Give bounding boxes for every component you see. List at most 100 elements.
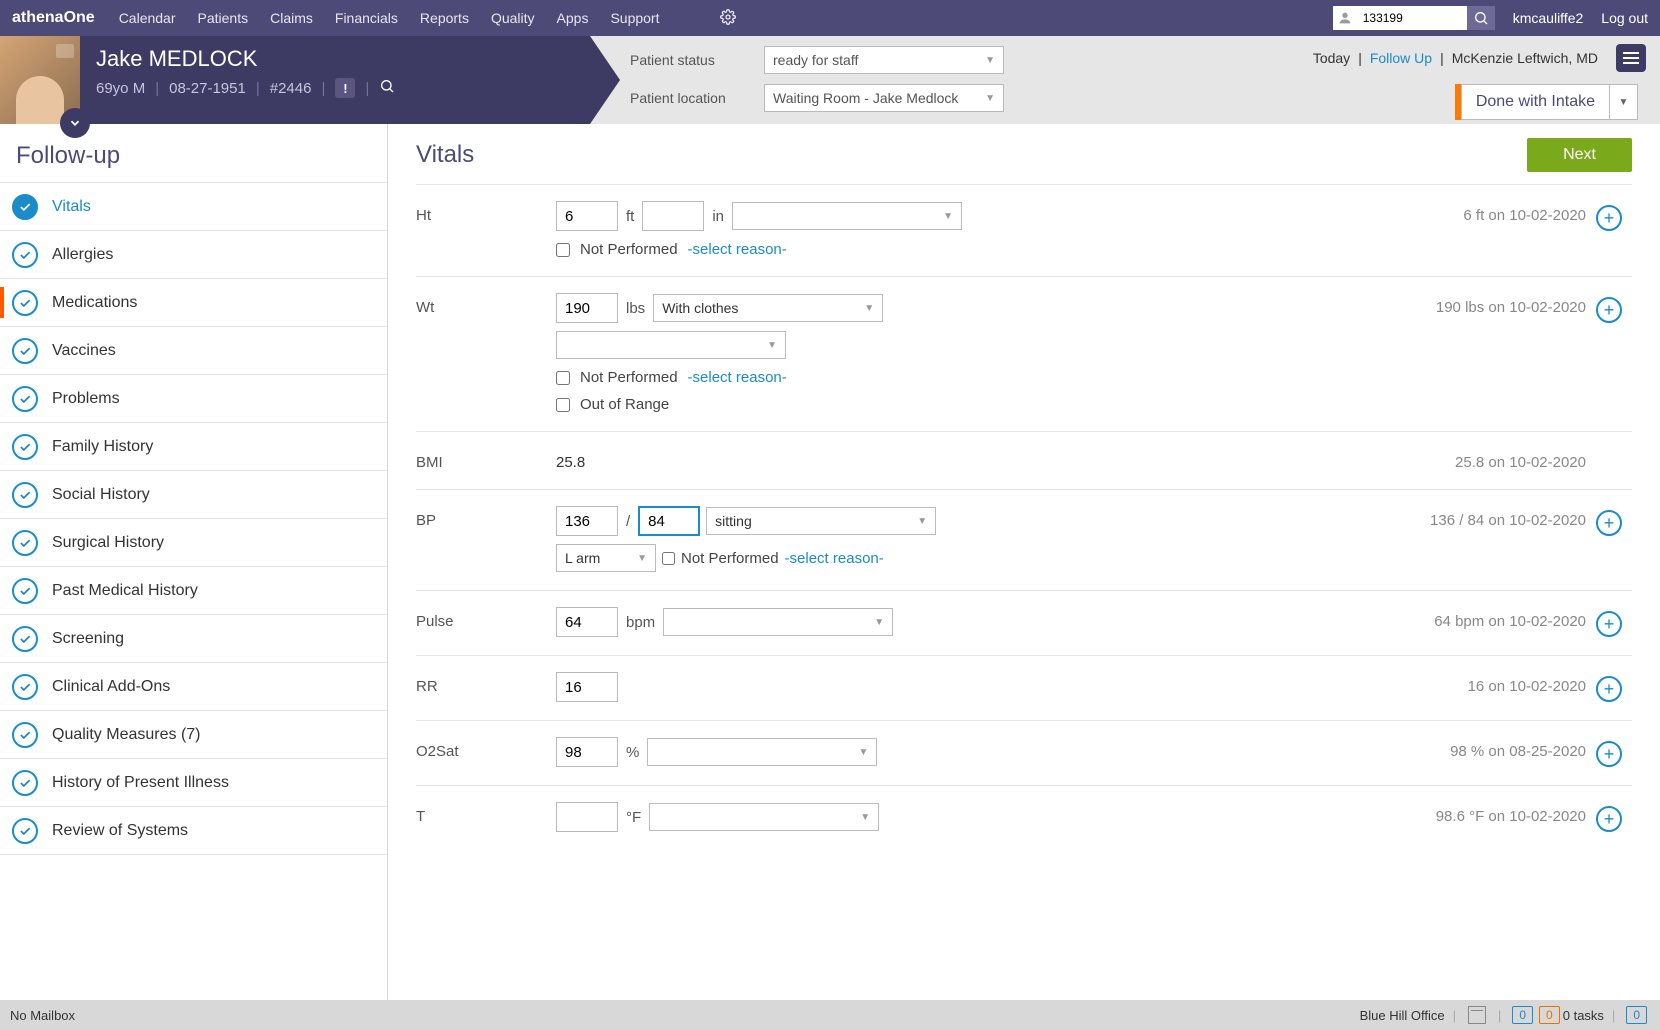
sidebar-item-surgical-history[interactable]: Surgical History xyxy=(0,519,387,567)
wt-extra-select[interactable]: ▼ xyxy=(556,331,786,359)
rr-input[interactable] xyxy=(556,672,618,702)
nav-item-claims[interactable]: Claims xyxy=(270,10,313,26)
unit-label: ft xyxy=(624,208,636,225)
user-menu[interactable]: kmcauliffe2 xyxy=(1513,10,1584,26)
main-panel: Vitals Next Ht ft in ▼ Not Perf xyxy=(388,124,1660,1000)
tasks-label[interactable]: 0 tasks xyxy=(1563,1008,1604,1023)
vital-label: Wt xyxy=(416,293,546,316)
sidebar-item-vaccines[interactable]: Vaccines xyxy=(0,327,387,375)
wt-clothes-select[interactable]: With clothes▼ xyxy=(653,294,883,322)
bp-not-performed-checkbox[interactable] xyxy=(662,552,675,565)
vital-row-bp: BP / sitting▼ L arm▼ Not Performed -sele… xyxy=(416,489,1632,590)
wt-not-performed-checkbox[interactable] xyxy=(556,371,570,385)
pulse-select[interactable]: ▼ xyxy=(663,608,893,636)
add-icon[interactable]: + xyxy=(1596,205,1622,231)
logout-link[interactable]: Log out xyxy=(1601,10,1648,26)
vital-label: BP xyxy=(416,506,546,529)
vital-label: Pulse xyxy=(416,607,546,630)
gear-icon[interactable] xyxy=(720,9,736,28)
sub-header: Jake MEDLOCK 69yo M | 08-27-1951 | #2446… xyxy=(0,36,1660,124)
add-icon[interactable]: + xyxy=(1596,676,1622,702)
sidebar-item-review-of-systems[interactable]: Review of Systems xyxy=(0,807,387,855)
ht-not-performed-checkbox[interactable] xyxy=(556,243,570,257)
office-name[interactable]: Blue Hill Office xyxy=(1360,1008,1445,1023)
nav-item-financials[interactable]: Financials xyxy=(335,10,398,26)
footer-badge-3[interactable]: 0 xyxy=(1626,1006,1647,1024)
sidebar-item-allergies[interactable]: Allergies xyxy=(0,231,387,279)
select-reason-link[interactable]: -select reason- xyxy=(785,550,884,567)
sidebar-item-past-medical-history[interactable]: Past Medical History xyxy=(0,567,387,615)
o2sat-select[interactable]: ▼ xyxy=(647,738,877,766)
mailbox-status: No Mailbox xyxy=(10,1008,75,1023)
wt-input[interactable] xyxy=(556,293,618,323)
calendar-icon[interactable] xyxy=(1468,1006,1486,1024)
vitals-list: Ht ft in ▼ Not Performed -select reason- xyxy=(416,184,1632,850)
add-icon[interactable]: + xyxy=(1596,611,1622,637)
status-bar: No Mailbox Blue Hill Office | | 0 0 0 ta… xyxy=(0,1000,1660,1030)
menu-icon[interactable] xyxy=(1616,44,1646,72)
bp-sys-input[interactable] xyxy=(556,506,618,536)
nav-item-support[interactable]: Support xyxy=(610,10,659,26)
patient-location-select[interactable]: Waiting Room - Jake Medlock▼ xyxy=(764,84,1004,112)
sidebar-item-family-history[interactable]: Family History xyxy=(0,423,387,471)
sidebar-item-label: Problems xyxy=(52,390,120,408)
nav-item-patients[interactable]: Patients xyxy=(198,10,249,26)
check-icon xyxy=(12,482,38,508)
sidebar-item-quality-measures-7-[interactable]: Quality Measures (7) xyxy=(0,711,387,759)
context-followup-link[interactable]: Follow Up xyxy=(1370,50,1432,66)
patient-search-input[interactable] xyxy=(1357,6,1467,30)
add-icon[interactable]: + xyxy=(1596,806,1622,832)
sidebar-item-label: Medications xyxy=(52,294,137,312)
next-button[interactable]: Next xyxy=(1527,138,1632,172)
search-icon[interactable] xyxy=(379,78,395,98)
patient-chart-id: #2446 xyxy=(270,80,312,97)
vital-row-bmi: BMI 25.8 25.8 on 10-02-2020 xyxy=(416,431,1632,489)
check-icon xyxy=(12,242,38,268)
patient-info: Jake MEDLOCK 69yo M | 08-27-1951 | #2446… xyxy=(80,36,411,124)
add-icon[interactable]: + xyxy=(1596,297,1622,323)
nav-item-quality[interactable]: Quality xyxy=(491,10,535,26)
footer-badge-1[interactable]: 0 xyxy=(1512,1006,1533,1024)
bp-arm-select[interactable]: L arm▼ xyxy=(556,544,656,572)
sidebar-item-screening[interactable]: Screening xyxy=(0,615,387,663)
sidebar-item-problems[interactable]: Problems xyxy=(0,375,387,423)
sidebar-item-vitals[interactable]: Vitals xyxy=(0,183,387,231)
nav-item-calendar[interactable]: Calendar xyxy=(119,10,176,26)
nav-item-apps[interactable]: Apps xyxy=(557,10,589,26)
nav-item-reports[interactable]: Reports xyxy=(420,10,469,26)
camera-icon[interactable] xyxy=(56,44,74,58)
sidebar-item-history-of-present-illness[interactable]: History of Present Illness xyxy=(0,759,387,807)
wt-out-of-range-checkbox[interactable] xyxy=(556,398,570,412)
t-select[interactable]: ▼ xyxy=(649,803,879,831)
sidebar-item-label: Allergies xyxy=(52,246,113,264)
vital-row-t: T °F ▼ 98.6 °F on 10-02-2020 + xyxy=(416,785,1632,850)
vital-previous: 190 lbs on 10-02-2020 xyxy=(1326,293,1586,316)
alert-icon[interactable]: ! xyxy=(335,78,355,98)
not-performed-label: Not Performed xyxy=(580,369,678,386)
o2sat-input[interactable] xyxy=(556,737,618,767)
done-intake-button[interactable]: Done with Intake xyxy=(1461,84,1610,120)
sidebar-item-clinical-add-ons[interactable]: Clinical Add-Ons xyxy=(0,663,387,711)
select-reason-link[interactable]: -select reason- xyxy=(688,241,787,258)
ht-in-input[interactable] xyxy=(642,201,704,231)
footer-badge-2[interactable]: 0 xyxy=(1539,1006,1560,1024)
add-icon[interactable]: + xyxy=(1596,510,1622,536)
select-reason-link[interactable]: -select reason- xyxy=(688,369,787,386)
sidebar-item-social-history[interactable]: Social History xyxy=(0,471,387,519)
patient-status-select[interactable]: ready for staff▼ xyxy=(764,46,1004,74)
sidebar-item-medications[interactable]: Medications xyxy=(0,279,387,327)
vital-previous: 98 % on 08-25-2020 xyxy=(1326,737,1586,760)
bp-dia-input[interactable] xyxy=(638,506,700,536)
sidebar-item-label: Past Medical History xyxy=(52,582,198,600)
ht-method-select[interactable]: ▼ xyxy=(732,202,962,230)
search-button[interactable] xyxy=(1467,6,1495,30)
chevron-down-icon[interactable] xyxy=(60,108,90,138)
bp-position-select[interactable]: sitting▼ xyxy=(706,507,936,535)
t-input[interactable] xyxy=(556,802,618,832)
done-intake-dropdown[interactable]: ▼ xyxy=(1610,84,1638,120)
add-icon[interactable]: + xyxy=(1596,741,1622,767)
vital-row-pulse: Pulse bpm ▼ 64 bpm on 10-02-2020 + xyxy=(416,590,1632,655)
pulse-input[interactable] xyxy=(556,607,618,637)
sidebar-item-label: Quality Measures (7) xyxy=(52,726,201,744)
ht-ft-input[interactable] xyxy=(556,201,618,231)
